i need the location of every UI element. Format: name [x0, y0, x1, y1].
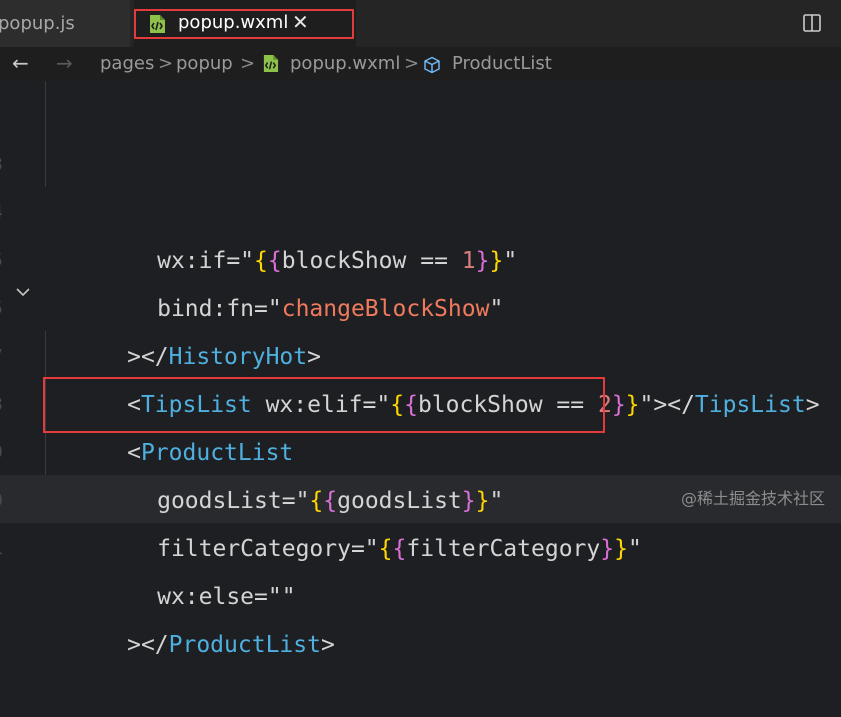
code-line: 5 <TipsList wx:elif="{{blockShow == 2}}"…: [0, 237, 841, 418]
close-icon[interactable]: ✕: [292, 10, 309, 34]
tab-popup-js[interactable]: popup.js: [0, 0, 130, 47]
code-line: 7 <ProductList: [0, 285, 841, 466]
code-line: 0 wx:else="": [0, 429, 841, 610]
code-editor[interactable]: 3 wx:if="{{blockShow == 1}}" 4 bind:fn="…: [0, 81, 841, 658]
watermark: @稀土掘金技术社区: [680, 489, 825, 508]
breadcrumb-popup-wxml[interactable]: popup.wxml: [290, 53, 400, 74]
tab-popup-wxml[interactable]: popup.wxml ✕: [134, 0, 356, 47]
breadcrumb-productlist[interactable]: ProductList: [452, 53, 552, 74]
tab-bar: popup.js popup.wxml ✕: [0, 0, 841, 47]
tab-label: popup.js: [0, 13, 75, 34]
wxml-file-icon: [263, 55, 279, 72]
breadcrumb-separator: >: [158, 53, 174, 74]
breadcrumb-separator: >: [240, 53, 256, 74]
wxml-file-icon: [150, 15, 165, 33]
code-line: 3 goodsList="{{goodsList}}": [0, 333, 841, 514]
split-editor-icon[interactable]: [803, 14, 821, 32]
code-line: 4 bind:fn="changeBlockShow": [0, 141, 841, 322]
tab-label: popup.wxml: [178, 12, 289, 33]
line-number: 1: [0, 525, 8, 573]
code-line: 9 filterCategory="{{filterCategory}}": [0, 381, 841, 562]
forward-arrow-icon[interactable]: →: [56, 51, 73, 75]
breadcrumb-popup[interactable]: popup: [176, 53, 233, 74]
cube-icon: [424, 56, 440, 74]
back-arrow-icon[interactable]: ←: [12, 51, 29, 75]
breadcrumb-pages[interactable]: pages: [100, 53, 154, 74]
code-line: 5 ></HistoryHot>: [0, 189, 841, 370]
code-line: 3 wx:if="{{blockShow == 1}}": [0, 93, 841, 274]
breadcrumb: ← → pages > popup > popup.wxml > Product…: [0, 47, 841, 81]
breadcrumb-separator: >: [404, 53, 420, 74]
